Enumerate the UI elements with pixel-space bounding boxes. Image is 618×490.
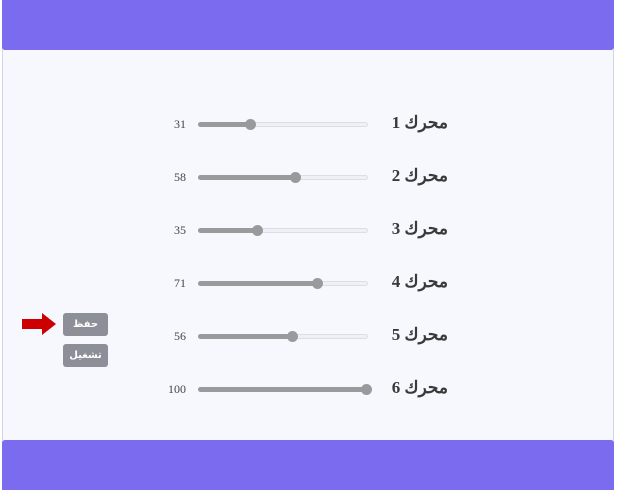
slider-fill [198, 281, 319, 286]
motor-row-1: 31 محرك 1 [0, 110, 618, 140]
footer-bar [2, 440, 614, 490]
motor-label: محرك 1 [391, 113, 448, 132]
slider-fill [198, 228, 258, 233]
motor-label: محرك 3 [391, 219, 448, 238]
motor-value: 56 [174, 329, 186, 343]
motor-row-3: 35 محرك 3 [0, 216, 618, 246]
save-button[interactable]: حفظ [63, 313, 108, 336]
motor-value: 71 [174, 276, 186, 290]
motor-value: 35 [174, 223, 186, 237]
slider-thumb[interactable] [290, 172, 302, 183]
slider-fill [198, 122, 252, 127]
slider-thumb[interactable] [312, 278, 324, 289]
motor-slider[interactable] [198, 384, 372, 395]
motor-label: محرك 2 [391, 166, 448, 185]
slider-fill [198, 175, 297, 180]
motor-value: 58 [174, 170, 186, 184]
motor-row-6: 100 محرك 6 [0, 375, 618, 405]
slider-fill [198, 387, 367, 392]
slider-thumb[interactable] [245, 119, 257, 130]
slider-thumb[interactable] [287, 331, 299, 342]
run-button[interactable]: تشغيل [63, 344, 108, 367]
header-bar [2, 0, 614, 50]
motor-slider[interactable] [198, 278, 368, 289]
slider-thumb[interactable] [361, 384, 372, 395]
motor-row-4: 71 محرك 4 [0, 269, 618, 299]
motor-slider[interactable] [198, 172, 368, 183]
motor-label: محرك 4 [391, 272, 448, 291]
motor-label: محرك 6 [391, 378, 448, 397]
motor-slider[interactable] [198, 225, 368, 236]
motor-value: 31 [174, 117, 186, 131]
motor-label: محرك 5 [391, 325, 448, 344]
motor-slider[interactable] [198, 119, 368, 130]
arrow-right-icon [22, 313, 56, 335]
motor-slider[interactable] [198, 331, 368, 342]
motor-value: 100 [168, 382, 186, 396]
motor-row-2: 58 محرك 2 [0, 163, 618, 193]
slider-thumb[interactable] [251, 225, 263, 236]
slider-fill [198, 334, 294, 339]
